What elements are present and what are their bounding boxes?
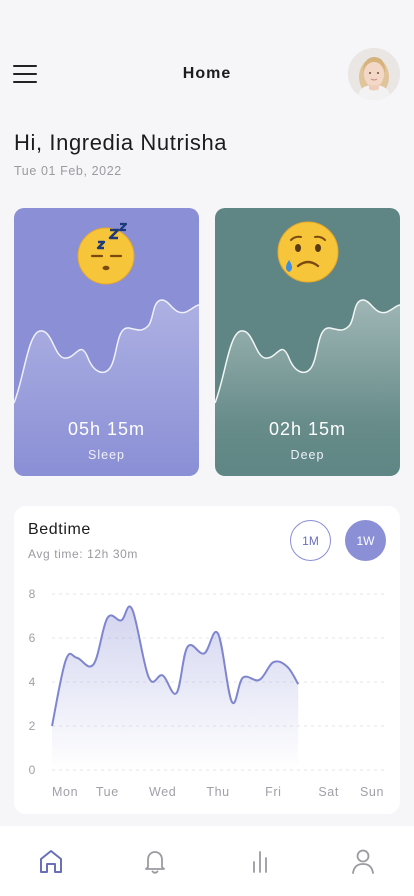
- range-1m-button[interactable]: 1M: [290, 520, 331, 561]
- sleep-duration: 05h 15m: [67, 419, 146, 439]
- deep-duration: 02h 15m: [268, 419, 347, 439]
- app-root: Home Hi, Ingredia Nutrisha Tue 01 Feb, 2…: [0, 0, 414, 896]
- bedtime-chart: 0 2 4 6 8 Mon Tue Wed Thu Fri Sat Sun: [29, 587, 384, 799]
- x-tick-label: Sun: [360, 785, 384, 799]
- x-axis-labels: Mon Tue Wed Thu Fri Sat Sun: [52, 785, 384, 799]
- sad-tear-face-emoji: [277, 221, 339, 283]
- current-date: Tue 01 Feb, 2022: [14, 164, 122, 178]
- y-tick-label: 2: [29, 719, 36, 733]
- home-icon[interactable]: [36, 846, 66, 876]
- x-tick-label: Fri: [265, 785, 281, 799]
- sleep-card[interactable]: 05h 15m Sleep: [14, 208, 199, 476]
- greeting-text: Hi, Ingredia Nutrisha: [14, 130, 228, 155]
- y-tick-label: 8: [29, 587, 36, 601]
- bedtime-area: [52, 606, 299, 770]
- bedtime-average: Avg time: 12h 30m: [28, 547, 139, 561]
- bar-chart-icon[interactable]: [245, 846, 275, 876]
- sleep-label: Sleep: [88, 448, 125, 462]
- bedtime-card: Bedtime Avg time: 12h 30m 1M 1W 0 2 4 6 8 Mo…: [14, 506, 400, 814]
- user-icon[interactable]: [348, 846, 378, 876]
- range-1w-button[interactable]: 1W: [345, 520, 386, 561]
- deep-sleep-card[interactable]: 02h 15m Deep: [215, 208, 400, 476]
- x-tick-label: Sat: [318, 785, 339, 799]
- avatar[interactable]: [348, 48, 400, 100]
- deep-label: Deep: [290, 448, 325, 462]
- y-axis-labels: 0 2 4 6 8: [29, 587, 36, 777]
- x-tick-label: Mon: [52, 785, 78, 799]
- bedtime-title: Bedtime: [28, 521, 91, 538]
- y-tick-label: 0: [29, 763, 36, 777]
- sleeping-face-emoji: [77, 222, 135, 285]
- bell-icon[interactable]: [140, 846, 170, 876]
- x-tick-label: Tue: [96, 785, 119, 799]
- y-tick-label: 6: [29, 631, 36, 645]
- x-tick-label: Thu: [206, 785, 229, 799]
- y-tick-label: 4: [29, 675, 36, 689]
- avatar-photo: [348, 48, 400, 100]
- x-tick-label: Wed: [149, 785, 176, 799]
- bottom-navigation: [0, 826, 414, 896]
